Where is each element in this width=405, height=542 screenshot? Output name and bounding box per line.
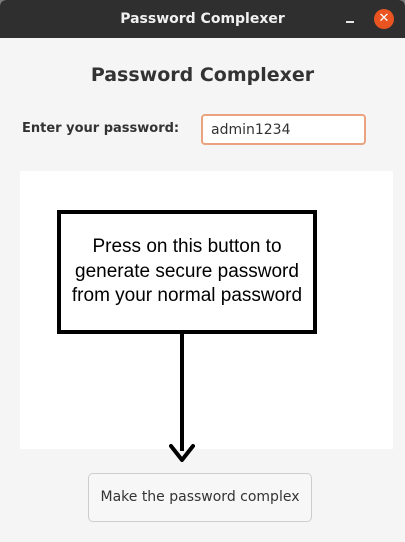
title-bar: Password Complexer ✕ — [0, 0, 405, 38]
minimize-icon[interactable] — [340, 9, 360, 29]
annotation-text: Press on this button to generate secure … — [71, 235, 303, 307]
annotation-callout: Press on this button to generate secure … — [57, 210, 317, 334]
down-arrow-icon — [169, 444, 195, 462]
password-label: Enter your password: — [22, 121, 180, 136]
password-input[interactable] — [201, 114, 366, 145]
close-icon[interactable]: ✕ — [374, 9, 394, 29]
arrow-shaft — [180, 334, 184, 451]
app-window: Password Complexer ✕ Password Complexer … — [0, 0, 405, 542]
page-title: Password Complexer — [90, 64, 315, 86]
make-complex-button[interactable]: Make the password complex — [88, 473, 312, 522]
